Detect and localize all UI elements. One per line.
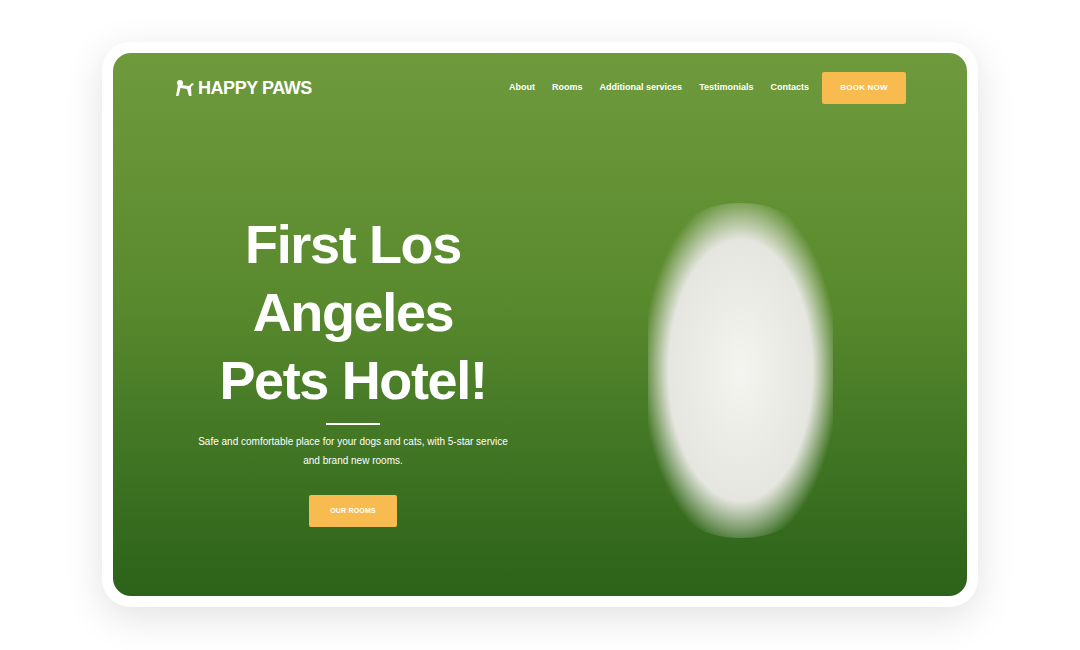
nav-link[interactable]: About: [509, 81, 535, 95]
nav-link[interactable]: Contacts: [770, 81, 809, 95]
book-now-button[interactable]: BOOK NOW: [822, 72, 906, 104]
hero-title: First LosAngelesPets Hotel!: [219, 210, 486, 414]
hero-screen: HAPPY PAWS About Rooms Additional services T…: [113, 53, 967, 596]
dog-photo: [648, 203, 833, 538]
nav-link[interactable]: Additional services: [600, 81, 683, 95]
our-rooms-button[interactable]: OUR ROOMS: [309, 495, 397, 527]
page: HAPPY PAWS About Rooms Additional services T…: [0, 0, 1080, 650]
device-frame: HAPPY PAWS About Rooms Additional services T…: [102, 42, 978, 607]
nav-link[interactable]: Rooms: [552, 81, 583, 95]
nav-menu: About Rooms Additional services Testimonial…: [509, 72, 906, 104]
hero-text: First LosAngelesPets Hotel! Safe and comf…: [153, 210, 553, 527]
logo[interactable]: HAPPY PAWS: [175, 75, 312, 102]
hero-content: HAPPY PAWS About Rooms Additional services T…: [113, 53, 967, 527]
top-nav: HAPPY PAWS About Rooms Additional services T…: [113, 53, 967, 104]
title-divider: [326, 423, 380, 425]
dog-logo-icon: [175, 79, 195, 97]
hero-subtitle: Safe and comfortable place for your dogs…: [198, 432, 508, 470]
logo-text: HAPPY PAWS: [198, 75, 312, 102]
nav-link[interactable]: Testimonials: [699, 81, 753, 95]
